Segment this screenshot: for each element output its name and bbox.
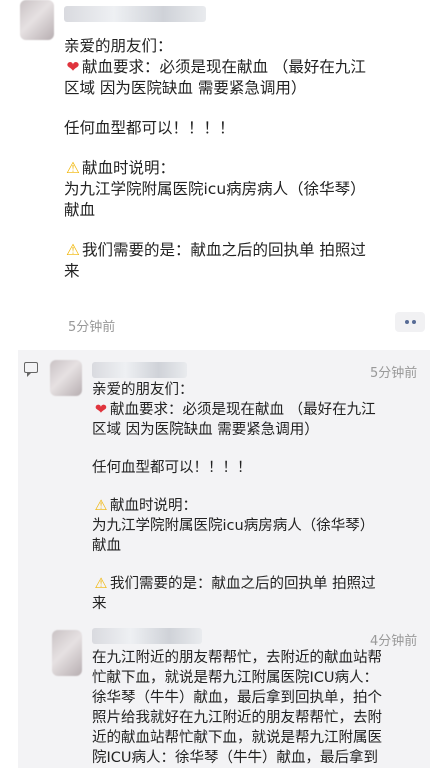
- comment-author-name[interactable]: [92, 628, 202, 644]
- comment-icon: [24, 362, 38, 377]
- comment-line: 照片给我就好在九江附近的朋友帮帮忙，去附: [92, 710, 382, 726]
- comment-text: 亲爱的朋友们： ❤ 献血要求：必须是现在献血 （最好在九江 区域 因为医院缺血 需…: [92, 380, 422, 614]
- comment-line: 院ICU病人：徐华琴（牛牛）献血，最后拿到: [92, 750, 379, 766]
- comment-explain-title: 献血时说明：: [110, 498, 197, 514]
- comment-greeting: 亲爱的朋友们：: [92, 382, 194, 398]
- comment-timestamp: 5分钟前: [370, 366, 418, 381]
- post-requirement-line-1: 献血要求：必须是现在献血 （最好在九江: [82, 58, 366, 76]
- post-any-blood-type: 任何血型都可以！！！！: [64, 119, 235, 137]
- post-need-line-2: 来: [64, 262, 80, 280]
- warning-icon: ⚠: [66, 241, 80, 259]
- warning-icon: ⚠: [66, 159, 80, 177]
- comment-explain-line-2: 献血: [92, 538, 121, 554]
- post-requirement-line-2: 区域 因为医院缺血 需要紧急调用）: [64, 79, 307, 97]
- comment-explain-line-1: 为九江学院附属医院icu病房病人（徐华琴）: [92, 518, 375, 534]
- comment-line: 忙献下血，就说是帮九江附属医院ICU病人：: [92, 670, 379, 686]
- post-text: 亲爱的朋友们： ❤ 献血要求：必须是现在献血 （最好在九江 区域 因为医院缺血 需…: [64, 36, 424, 282]
- warning-icon: ⚠: [94, 498, 108, 514]
- post-timestamp: 5分钟前: [68, 320, 116, 335]
- more-options-button[interactable]: [395, 312, 425, 332]
- comment-timestamp: 4分钟前: [370, 634, 418, 649]
- post-explain-title: 献血时说明：: [82, 159, 176, 177]
- comment-avatar[interactable]: [52, 630, 82, 676]
- heart-icon: ❤: [94, 402, 108, 418]
- comment-need-line-1: 我们需要的是：献血之后的回执单 拍照过: [110, 576, 376, 592]
- post-explain-line-1: 为九江学院附属医院icu病房病人（徐华琴）: [64, 180, 366, 198]
- heart-icon: ❤: [66, 58, 80, 76]
- post-need-line-1: 我们需要的是：献血之后的回执单 拍照过: [82, 241, 366, 259]
- post-author-name[interactable]: [64, 6, 206, 22]
- comment-avatar[interactable]: [50, 360, 82, 396]
- comment-any-blood-type: 任何血型都可以！！！！: [92, 460, 252, 476]
- post-explain-line-2: 献血: [64, 201, 96, 219]
- more-dot-icon: [404, 320, 409, 324]
- comment-line: 近的献血站帮忙献下血，就说是帮九江附属医: [92, 730, 382, 746]
- more-dot-icon: [411, 320, 416, 324]
- comment-line: 徐华琴（牛牛）献血，最后拿到回执单，拍个: [92, 690, 382, 706]
- comment-line: 在九江附近的朋友帮帮忙，去附近的献血站帮: [92, 650, 382, 666]
- post-greeting: 亲爱的朋友们：: [64, 37, 173, 55]
- comment-author-name[interactable]: [92, 362, 187, 378]
- comment-requirement-line-2: 区域 因为医院缺血 需要紧急调用）: [92, 422, 319, 438]
- post-avatar[interactable]: [20, 0, 54, 40]
- comment-text: 在九江附近的朋友帮帮忙，去附近的献血站帮 忙献下血，就说是帮九江附属医院ICU病…: [92, 648, 422, 768]
- comment-requirement-line-1: 献血要求：必须是现在献血 （最好在九江: [110, 402, 376, 418]
- warning-icon: ⚠: [94, 576, 108, 592]
- comment-need-line-2: 来: [92, 596, 107, 612]
